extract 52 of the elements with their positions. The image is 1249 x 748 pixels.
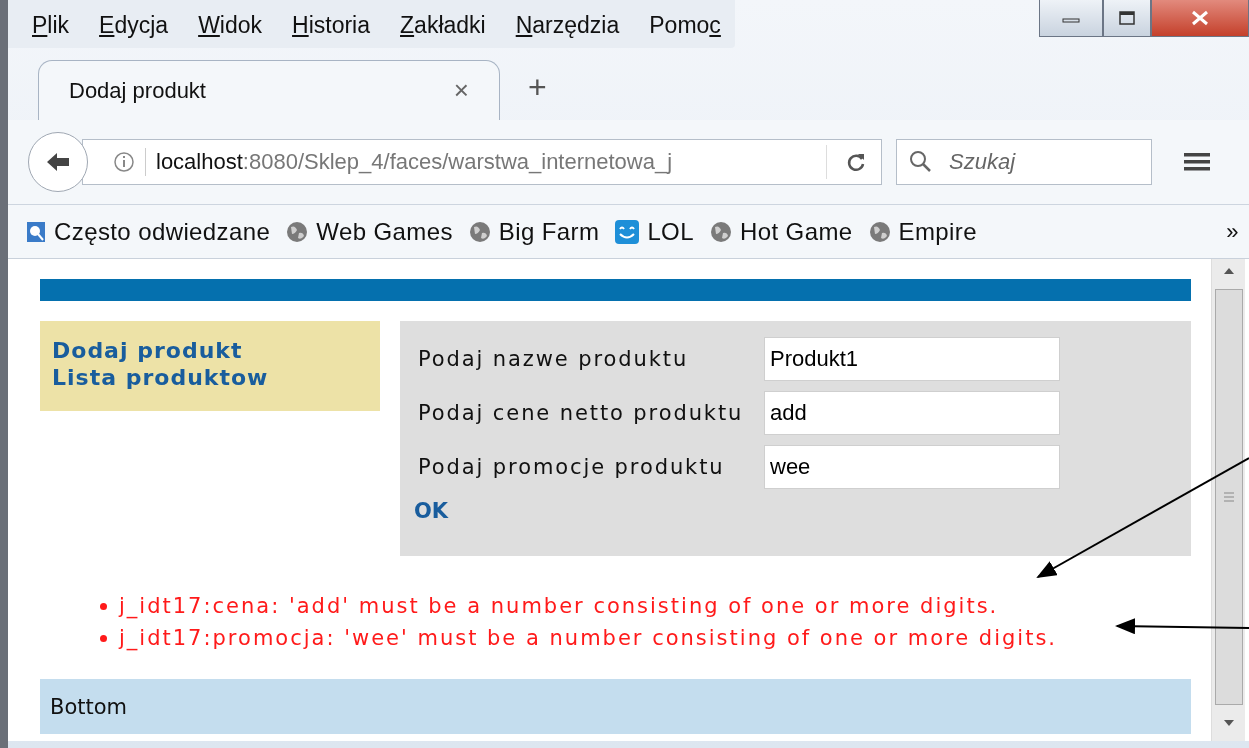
field-label: Podaj nazwe produktu	[418, 347, 690, 371]
close-button[interactable]	[1151, 0, 1249, 37]
search-icon	[908, 149, 932, 173]
close-tab-icon[interactable]: ×	[453, 75, 469, 106]
reload-icon[interactable]	[845, 151, 867, 173]
scroll-down-icon[interactable]	[1222, 719, 1235, 727]
new-tab-button[interactable]: +	[500, 69, 547, 120]
globe-icon	[468, 220, 491, 243]
bookmark-item[interactable]: Big Farm	[468, 217, 600, 246]
footer-bar: Bottom	[40, 679, 1191, 734]
field-label: Podaj promocje produktu	[418, 455, 726, 479]
overflow-button[interactable]: »	[1226, 218, 1239, 245]
bookmark-item[interactable]: Często odwiedzane	[26, 217, 271, 246]
menu-item[interactable]: Pomoc	[645, 12, 725, 48]
menu-item[interactable]: Narzędzia	[511, 12, 624, 48]
back-arrow-icon	[45, 151, 71, 173]
input-field[interactable]: Produkt1	[764, 337, 1060, 381]
menu-icon[interactable]	[1184, 151, 1210, 173]
error-message: j_idt17:promocja: 'wee' must be a number consisting of one or more digits.	[100, 622, 1191, 654]
menu-item[interactable]: Plik	[28, 12, 74, 48]
close-icon	[1190, 10, 1210, 26]
input-field[interactable]: add	[764, 391, 1060, 435]
bookmark-item[interactable]: Empire	[868, 217, 977, 246]
error-message: j_idt17:cena: 'add' must be a number consisting of one or more digits.	[100, 590, 1191, 622]
scroll-up-icon[interactable]	[1222, 267, 1235, 275]
maximize-icon	[1119, 11, 1135, 25]
menu-item[interactable]: Zakładki	[396, 12, 490, 48]
sidebar-link[interactable]: Dodaj produkt	[52, 337, 368, 364]
maximize-button[interactable]	[1103, 0, 1151, 37]
address-field[interactable]: localhost:8080/Sklep_4/faces/warstwa_internetowa_j	[82, 139, 882, 185]
globe-icon	[286, 220, 309, 243]
minimize-button[interactable]	[1039, 0, 1103, 37]
smiley-icon	[615, 219, 640, 244]
back-button[interactable]	[28, 132, 88, 192]
scrollbar[interactable]	[1211, 259, 1245, 741]
menu-item[interactable]: Widok	[194, 12, 267, 48]
bookmark-item[interactable]: LOL	[615, 217, 694, 246]
search-field[interactable]: Szukaj	[896, 139, 1152, 185]
scroll-thumb[interactable]	[1214, 289, 1243, 705]
globe-icon	[709, 220, 732, 243]
bookmark-item[interactable]: Hot Game	[709, 217, 853, 246]
globe-icon	[868, 220, 891, 243]
sidebar-link[interactable]: Lista produktow	[52, 364, 368, 391]
folder-icon	[26, 220, 46, 243]
browser-tab[interactable]: Dodaj produkt ×	[38, 60, 500, 120]
ok-link[interactable]: OK	[414, 499, 449, 523]
input-field[interactable]: wee	[764, 445, 1060, 489]
menu-item[interactable]: Edycja	[95, 12, 173, 48]
bookmark-item[interactable]: Web Games	[286, 217, 453, 246]
menu-item[interactable]: Historia	[288, 12, 375, 48]
field-label: Podaj cene netto produktu	[418, 401, 745, 425]
info-icon[interactable]	[113, 151, 135, 173]
